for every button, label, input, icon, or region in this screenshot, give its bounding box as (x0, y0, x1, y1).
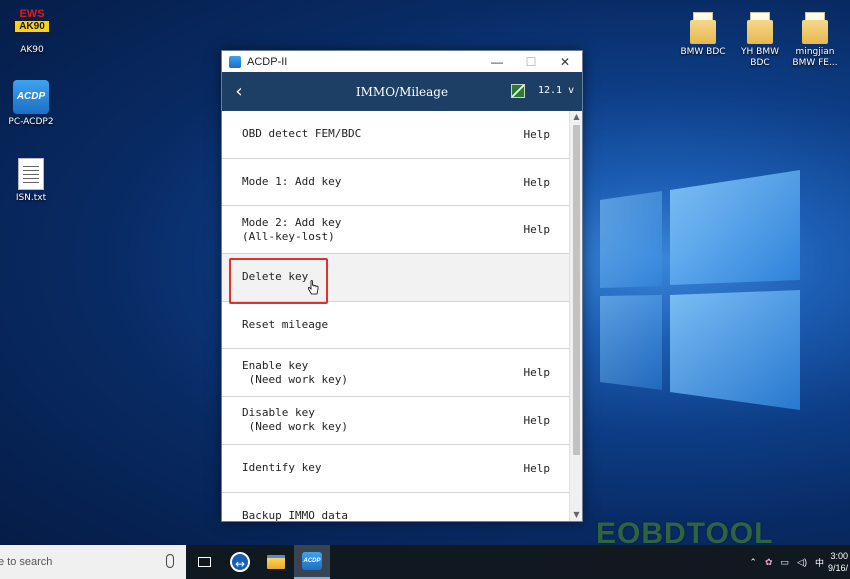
window-title: ACDP-II (247, 55, 288, 68)
taskbar-acdp[interactable]: ACDP (294, 545, 330, 579)
list-item-label: Mode 2: Add key (All-key-lost) (242, 215, 342, 243)
help-link[interactable]: Help (520, 128, 551, 141)
tray-app-icon[interactable]: ✿ (765, 557, 773, 568)
folder-icon (747, 12, 773, 44)
desktop-icon-mingjian-bmw[interactable]: mingjian BMW FE... (780, 12, 850, 69)
clock[interactable]: 3:00 9/16/ (828, 550, 848, 574)
windows-logo-wallpaper (600, 170, 800, 410)
help-link[interactable]: Help (520, 223, 551, 236)
clock-date: 9/16/ (827, 563, 848, 573)
desktop-icon-label: PC-ACDP2 (8, 117, 54, 127)
list-item-label: Mode 1: Add key (242, 175, 342, 189)
system-tray: ⌃ ✿ ▭ ◁) 中 3:00 9/16/ (745, 545, 850, 579)
taskbar: e to search ↔ ACDP ⌃ ✿ ▭ ◁) 中 3:00 9/16/ (0, 545, 850, 579)
list-item-enable-key[interactable]: Enable key (Need work key) Help (222, 349, 570, 398)
minimize-button[interactable]: — (480, 55, 514, 69)
help-link[interactable]: Help (520, 414, 551, 427)
back-arrow-icon[interactable]: ‹ (222, 81, 256, 102)
taskbar-search-box[interactable]: e to search (0, 545, 186, 579)
function-list: OBD detect FEM/BDC Help Mode 1: Add key … (222, 111, 570, 521)
list-item-label: Backup IMMO data (242, 508, 348, 521)
microphone-icon[interactable] (166, 554, 174, 568)
scrollbar[interactable]: ▲ ▼ (569, 111, 582, 521)
clock-time: 3:00 (830, 551, 848, 561)
hand-cursor-icon (307, 280, 319, 295)
search-placeholder: e to search (0, 556, 53, 568)
chevron-up-icon[interactable]: ⌃ (749, 557, 757, 568)
folder-icon (802, 12, 828, 44)
language-icon[interactable]: 中 (815, 556, 824, 569)
maximize-button[interactable]: ☐ (514, 55, 548, 69)
list-item-label: OBD detect FEM/BDC (242, 127, 362, 141)
file-explorer-icon (267, 555, 285, 569)
list-item-obd-detect[interactable]: OBD detect FEM/BDC Help (222, 111, 570, 159)
desktop-icon-label: ISN.txt (15, 193, 47, 203)
help-link[interactable]: Help (520, 176, 551, 189)
task-view-icon (197, 557, 211, 567)
scroll-up-icon[interactable]: ▲ (570, 111, 582, 123)
desktop-icon-label: AK90 (20, 45, 44, 55)
volume-icon[interactable]: ◁) (797, 557, 807, 568)
list-item-mode2-add-key[interactable]: Mode 2: Add key (All-key-lost) Help (222, 206, 570, 255)
version-label: 12.1 v (538, 85, 575, 96)
acdp-app-icon (229, 55, 241, 68)
list-item-label: Reset mileage (242, 318, 329, 332)
acdp-app-icon: ACDP (13, 80, 49, 114)
list-item-disable-key[interactable]: Disable key (Need work key) Help (222, 397, 570, 445)
app-header: ‹ IMMO/Mileage 12.1 v (222, 72, 582, 111)
remote-desktop-icon: ↔ (230, 552, 250, 572)
list-item-backup-immo[interactable]: Backup IMMO data (222, 492, 570, 521)
close-button[interactable]: ✕ (548, 55, 582, 69)
device-connection-icon[interactable] (511, 84, 525, 98)
page-title: IMMO/Mileage (355, 84, 449, 99)
text-file-icon (18, 158, 44, 190)
scrollbar-thumb[interactable] (573, 125, 580, 455)
ews-ak90-icon: EWS AK90 (12, 8, 52, 42)
list-item-label: Disable key (Need work key) (242, 406, 348, 434)
desktop-icon-ak90[interactable]: EWS AK90 AK90 (0, 8, 67, 56)
window-titlebar[interactable]: ACDP-II — ☐ ✕ (222, 51, 582, 72)
taskbar-file-explorer[interactable] (258, 545, 294, 579)
folder-icon (690, 12, 716, 44)
desktop-icon-isn-txt[interactable]: ISN.txt (0, 158, 66, 204)
list-item-label: Enable key (Need work key) (242, 358, 348, 386)
list-item-mode1-add-key[interactable]: Mode 1: Add key Help (222, 158, 570, 207)
list-item-label: Identify key (242, 461, 322, 475)
desktop-icon-label: mingjian BMW FE... (792, 47, 838, 68)
task-view-button[interactable] (186, 545, 222, 579)
desktop-icon-pc-acdp2[interactable]: ACDP PC-ACDP2 (0, 80, 66, 128)
list-item-identify-key[interactable]: Identify key Help (222, 444, 570, 493)
list-item-reset-mileage[interactable]: Reset mileage (222, 301, 570, 350)
help-link[interactable]: Help (520, 462, 551, 475)
scroll-down-icon[interactable]: ▼ (570, 509, 582, 521)
acdp-app-icon: ACDP (302, 552, 322, 570)
taskbar-remote-app[interactable]: ↔ (222, 545, 258, 579)
help-link[interactable]: Help (520, 366, 551, 379)
network-icon[interactable]: ▭ (781, 557, 790, 568)
